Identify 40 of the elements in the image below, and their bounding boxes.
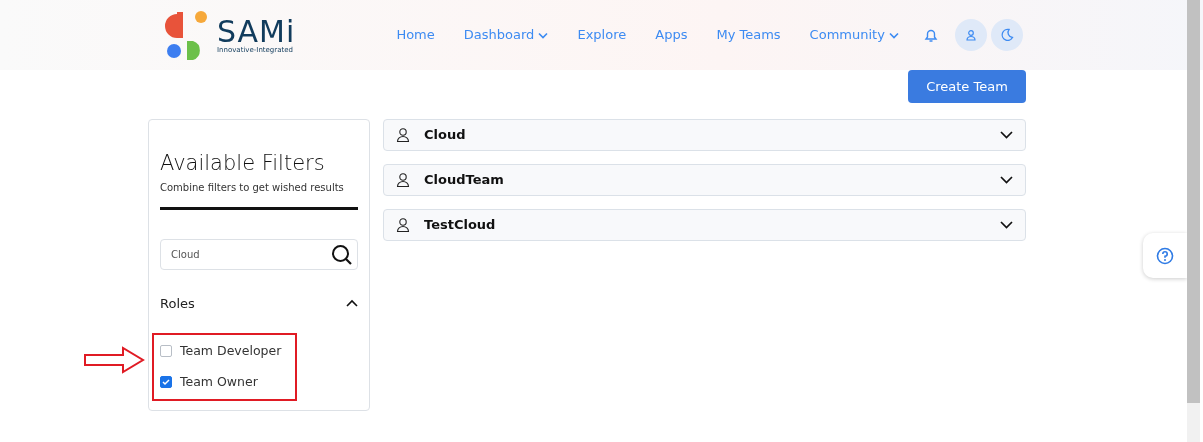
user-icon[interactable] <box>965 29 977 41</box>
nav-link[interactable]: Home <box>396 25 435 45</box>
checkbox[interactable] <box>160 376 172 389</box>
nav-link[interactable]: Explore <box>577 25 627 45</box>
chevron-icon[interactable] <box>1000 221 1013 229</box>
nav-link[interactable]: Community <box>809 25 899 45</box>
user-icon <box>396 172 410 188</box>
user-icon <box>396 127 410 143</box>
brand-name: SAMi <box>217 16 296 47</box>
search-field[interactable]: Cloud <box>160 238 358 270</box>
help-button[interactable] <box>1143 233 1187 278</box>
logo-icon <box>165 10 209 60</box>
bell-icon[interactable] <box>923 27 939 43</box>
dark-mode-button[interactable] <box>991 19 1023 51</box>
filters-title: Available Filters <box>160 150 326 177</box>
checkbox-label[interactable]: Team Owner <box>180 372 258 392</box>
profile-button[interactable] <box>955 19 987 51</box>
caret-icon[interactable] <box>538 32 549 40</box>
nav-link[interactable]: My Teams <box>716 25 781 45</box>
scrollbar[interactable] <box>1187 0 1200 442</box>
help-icon[interactable] <box>1156 246 1174 265</box>
moon-icon[interactable] <box>1000 28 1014 42</box>
arrow-icon <box>83 346 145 374</box>
checkbox[interactable] <box>160 345 172 358</box>
collapse-caret-icon[interactable] <box>346 299 358 308</box>
nav-link[interactable]: Dashboard <box>463 25 549 45</box>
caret-icon[interactable] <box>889 32 899 40</box>
create-team-button[interactable]: Create Team <box>908 70 1026 103</box>
filters-subtitle: Combine filters to get wished results <box>160 180 345 195</box>
nav-link[interactable]: Apps <box>655 25 688 45</box>
team-accordion-header[interactable]: CloudTeam <box>383 164 1026 196</box>
team-accordion-header[interactable]: TestCloud <box>383 209 1026 241</box>
check-icon <box>162 378 170 387</box>
team-accordion-header[interactable]: Cloud <box>383 119 1026 151</box>
roles-heading: Roles <box>160 294 195 313</box>
search-icon[interactable] <box>331 243 353 266</box>
checkbox-label[interactable]: Team Developer <box>180 342 282 361</box>
chevron-icon[interactable] <box>1000 131 1013 139</box>
chevron-icon[interactable] <box>1000 176 1013 184</box>
user-icon <box>396 217 410 233</box>
